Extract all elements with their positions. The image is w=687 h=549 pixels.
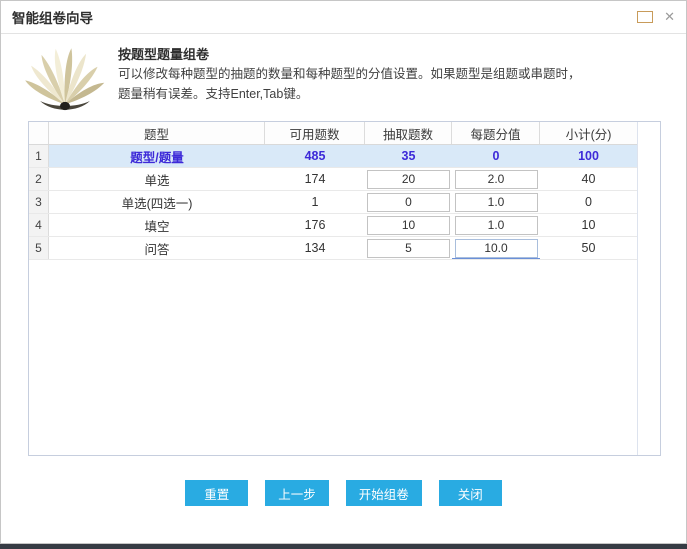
row-number: 4 <box>29 214 49 236</box>
row-number: 2 <box>29 168 49 190</box>
table-row[interactable]: 2 单选 174 40 <box>29 168 637 191</box>
score-per-question-input[interactable] <box>455 239 538 258</box>
table-row[interactable]: 5 问答 134 50 <box>29 237 637 260</box>
extract-count-input[interactable] <box>367 239 450 258</box>
dialog-title: 智能组卷向导 <box>12 7 93 27</box>
row-number: 3 <box>29 191 49 213</box>
score-cell <box>452 168 540 190</box>
table-row[interactable]: 4 填空 176 10 <box>29 214 637 237</box>
type-cell: 填空 <box>49 214 265 236</box>
subtotal-cell: 0 <box>540 191 637 213</box>
intro-line-1: 可以修改每种题型的抽题的数量和每种题型的分值设置。如果题型是组题或串题时， <box>118 64 581 84</box>
extract-cell <box>365 168 452 190</box>
open-book-icon <box>23 43 107 111</box>
header-row-number <box>29 122 49 144</box>
available-cell: 176 <box>265 214 365 236</box>
header-available: 可用题数 <box>265 122 365 144</box>
available-cell: 1 <box>265 191 365 213</box>
extract-cell <box>365 214 452 236</box>
header-score: 每题分值 <box>452 122 540 144</box>
available-cell: 134 <box>265 237 365 259</box>
extract-cell <box>365 191 452 213</box>
reset-button[interactable]: 重置 <box>185 480 248 506</box>
window-controls: ✕ <box>637 11 675 24</box>
score-cell <box>452 191 540 213</box>
table-row[interactable]: 3 单选(四选一) 1 0 <box>29 191 637 214</box>
previous-step-button[interactable]: 上一步 <box>265 480 329 506</box>
type-cell: 单选 <box>49 168 265 190</box>
score-per-question-input[interactable] <box>455 170 538 189</box>
intro-line-2: 题量稍有误差。支持Enter,Tab键。 <box>118 84 581 104</box>
start-assembly-button[interactable]: 开始组卷 <box>346 480 422 506</box>
header-type: 题型 <box>49 122 265 144</box>
summary-subtotal: 100 <box>540 145 637 167</box>
extract-count-input[interactable] <box>367 216 450 235</box>
score-per-question-input[interactable] <box>455 216 538 235</box>
row-number: 1 <box>29 145 49 167</box>
underlying-window-edge <box>0 544 687 549</box>
row-number: 5 <box>29 237 49 259</box>
summary-extract: 35 <box>365 145 452 167</box>
extract-count-input[interactable] <box>367 193 450 212</box>
intro-text: 按题型题量组卷 可以修改每种题型的抽题的数量和每种题型的分值设置。如果题型是组题… <box>118 43 581 104</box>
extract-count-input[interactable] <box>367 170 450 189</box>
question-type-table: 题型 可用题数 抽取题数 每题分值 小计(分) 1 题型/题量 485 35 0… <box>28 121 661 456</box>
summary-row[interactable]: 1 题型/题量 485 35 0 100 <box>29 145 637 168</box>
available-cell: 174 <box>265 168 365 190</box>
summary-type: 题型/题量 <box>49 145 265 167</box>
subtotal-cell: 50 <box>540 237 637 259</box>
restore-window-icon[interactable] <box>637 11 653 23</box>
close-button[interactable]: 关闭 <box>439 480 502 506</box>
type-cell: 单选(四选一) <box>49 191 265 213</box>
score-per-question-input[interactable] <box>455 193 538 212</box>
button-row: 重置 上一步 开始组卷 关闭 <box>1 480 686 506</box>
extract-cell <box>365 237 452 259</box>
score-cell-focused <box>452 237 540 259</box>
close-icon[interactable]: ✕ <box>664 11 675 24</box>
header-extract: 抽取题数 <box>365 122 452 144</box>
score-cell <box>452 214 540 236</box>
wizard-dialog: 智能组卷向导 ✕ 按题型题量组卷 可以修改每种题型的抽题的数量和每种题型的分值 <box>0 0 687 544</box>
header-subtotal: 小计(分) <box>540 122 637 144</box>
intro-heading: 按题型题量组卷 <box>118 45 581 64</box>
titlebar: 智能组卷向导 ✕ <box>1 1 686 34</box>
subtotal-cell: 40 <box>540 168 637 190</box>
intro-section: 按题型题量组卷 可以修改每种题型的抽题的数量和每种题型的分值设置。如果题型是组题… <box>23 43 581 111</box>
subtotal-cell: 10 <box>540 214 637 236</box>
summary-available: 485 <box>265 145 365 167</box>
type-cell: 问答 <box>49 237 265 259</box>
summary-score: 0 <box>452 145 540 167</box>
focus-underline <box>452 258 540 259</box>
table-header-row: 题型 可用题数 抽取题数 每题分值 小计(分) <box>29 122 637 145</box>
